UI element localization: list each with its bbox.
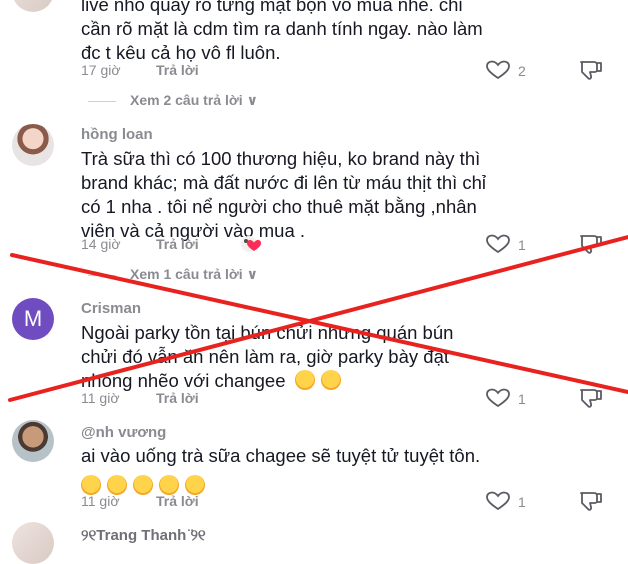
comment-author[interactable]: @nh vương — [81, 424, 166, 441]
avatar[interactable]: M — [12, 298, 54, 340]
reply-button[interactable]: Trả lời — [156, 493, 199, 509]
comment-line: chửi đó vẫn ăn nên làm ra, giờ parky bày… — [81, 346, 449, 367]
avatar[interactable] — [12, 522, 54, 564]
like-count: 1 — [518, 494, 526, 510]
like-count: 2 — [518, 63, 526, 79]
comment-line: ai vào uống trà sữa chagee sẽ tuyệt tử t… — [81, 445, 481, 466]
comment-time: 17 giờ — [81, 62, 121, 78]
comment-author[interactable]: hồng loan — [81, 126, 153, 143]
chevron-down-icon: ∨ — [246, 92, 258, 108]
reply-button[interactable]: Trả lời — [156, 390, 199, 406]
view-replies-button[interactable]: Xem 1 câu trả lời ∨ — [88, 266, 258, 283]
like-count: 1 — [518, 391, 526, 407]
heart-outline-icon[interactable] — [485, 234, 511, 254]
comment-text: Trà sữa thì có 100 thương hiệu, ko brand… — [81, 147, 601, 243]
comment-line: live nhỏ quay rõ từng mặt bọn vô mua nhé… — [81, 0, 463, 15]
comment-time: 14 giờ — [81, 236, 121, 252]
avatar[interactable] — [12, 420, 54, 462]
dislike-icon[interactable] — [578, 490, 604, 512]
heart-outline-icon[interactable] — [485, 388, 511, 408]
chevron-down-icon: ∨ — [246, 266, 258, 282]
reaction-badge-icon — [241, 236, 261, 252]
heart-outline-icon[interactable] — [485, 491, 511, 511]
comment-line: cần rõ mặt là cdm tìm ra danh tính ngay.… — [81, 18, 483, 39]
divider — [88, 101, 116, 102]
laughing-emoji-icon — [107, 475, 127, 495]
comment-author[interactable]: ୨୧Trang Thanh ̈୨୧ — [81, 527, 206, 544]
avatar[interactable] — [12, 124, 54, 166]
view-replies-label: Xem 1 câu trả lời — [130, 266, 243, 282]
dislike-icon[interactable] — [578, 387, 604, 409]
smirk-emoji-icon — [294, 370, 315, 390]
comment-meta: 11 giờ Trả lời — [81, 390, 199, 406]
like-count: 1 — [518, 237, 526, 253]
reply-button[interactable]: Trả lời — [156, 236, 199, 252]
view-replies-label: Xem 2 câu trả lời — [130, 92, 243, 108]
view-replies-button[interactable]: Xem 2 câu trả lời ∨ — [88, 92, 258, 109]
comment-meta: 17 giờ Trả lời — [81, 62, 199, 78]
reply-button[interactable]: Trả lời — [156, 62, 199, 78]
comment-line: có 1 nha . tôi nể người cho thuê mặt bằn… — [81, 196, 477, 217]
avatar[interactable] — [12, 0, 54, 12]
comment-text: ai vào uống trà sữa chagee sẽ tuyệt tử t… — [81, 444, 601, 498]
comment-author[interactable]: Crisman — [81, 300, 141, 317]
comment-line: Trà sữa thì có 100 thương hiệu, ko brand… — [81, 148, 481, 169]
laughing-emoji-icon — [81, 475, 101, 495]
comment-line: nhõng nhẽo với changee — [81, 370, 286, 391]
comment-line: Ngoài parky tồn tại bún chửi nhưng quán … — [81, 322, 454, 343]
comment-time: 11 giờ — [81, 493, 120, 509]
laughing-emoji-icon — [159, 475, 179, 495]
comment-time: 11 giờ — [81, 390, 120, 406]
dislike-icon[interactable] — [578, 59, 604, 81]
comment-line: brand khác; mà đất nước đi lên từ máu th… — [81, 172, 487, 193]
comment-text: live nhỏ quay rõ từng mặt bọn vô mua nhé… — [81, 0, 601, 65]
comment-text: Ngoài parky tồn tại bún chửi nhưng quán … — [81, 321, 601, 393]
laughing-emoji-icon — [185, 475, 205, 495]
comment-meta: 14 giờ Trả lời — [81, 236, 199, 252]
grinning-emoji-icon — [320, 370, 341, 390]
laughing-emoji-icon — [133, 475, 153, 495]
heart-outline-icon[interactable] — [485, 60, 511, 80]
divider — [88, 275, 116, 276]
comment-meta: 11 giờ Trả lời — [81, 493, 199, 509]
dislike-icon[interactable] — [578, 233, 604, 255]
